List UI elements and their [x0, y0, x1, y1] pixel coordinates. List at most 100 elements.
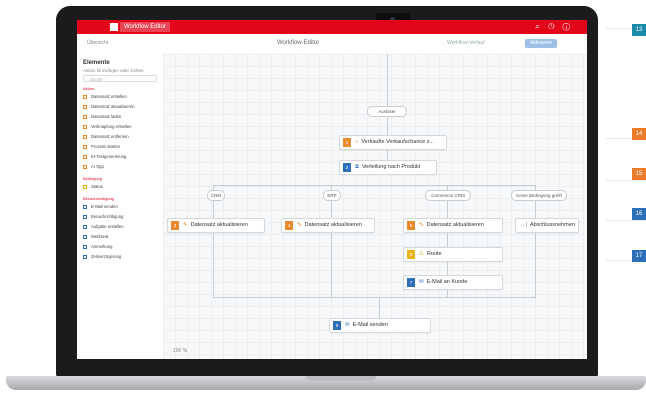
workflow-canvas[interactable]: Auslöser 1 ⑂ Verkaufte Verkaufschance z...…	[163, 54, 587, 359]
flow-node-6[interactable]: 6 ⚠ Route	[403, 247, 503, 262]
task-icon	[83, 224, 87, 229]
workflow-header: Übersicht Workflow-Editor Workflow-Verla…	[77, 34, 587, 55]
branch-pill[interactable]: Commerce CRM	[425, 190, 471, 201]
connector	[213, 185, 214, 297]
sidebar-item-label: Datensatz aktualisieren	[91, 104, 135, 109]
sidebar-item[interactable]: Prozess starten	[83, 144, 120, 150]
condition-icon	[83, 184, 87, 189]
sidebar-search-input[interactable]: Suche	[83, 75, 157, 82]
flow-node-end[interactable]: →| Abschlussnehmen	[515, 218, 579, 233]
node-number: 7	[407, 278, 415, 287]
action-icon	[83, 134, 87, 139]
branch-pill[interactable]: Keine Bedingung greift	[511, 190, 567, 201]
sidebar-item-label: Webhook	[91, 234, 109, 239]
connector	[387, 115, 388, 135]
split-icon: ⑂	[355, 139, 359, 145]
page-title[interactable]: Workflow-Editor	[277, 40, 319, 46]
pencil-icon: ✎	[297, 222, 302, 228]
sidebar-item[interactable]: KI-Textgenerierung	[83, 154, 126, 160]
breadcrumb[interactable]: Übersicht	[87, 40, 108, 46]
sidebar-item-label: Prozess starten	[91, 144, 121, 149]
connector	[213, 297, 536, 298]
activate-button[interactable]: Aktivieren	[525, 39, 557, 48]
sidebar-item-label: Anmerkung	[91, 244, 113, 249]
branch-pill[interactable]: ERP	[323, 190, 341, 201]
sidebar-title: Elemente	[83, 60, 110, 66]
sidebar-item[interactable]: Datensatz aktualisieren	[83, 104, 135, 110]
sidebar-item-label: E-Mail senden	[91, 204, 118, 209]
clock-icon	[83, 254, 87, 259]
sidebar-subtitle: Aktion hinzufügen oder ziehen	[83, 68, 144, 73]
laptop-base	[6, 376, 646, 390]
topbar-actions-icons[interactable]: ⌕ ◷ ⓘ	[535, 22, 573, 32]
node-label: Verteilung nach Produkt	[361, 164, 421, 170]
sidebar-item[interactable]: Datensatz erstellen	[83, 94, 127, 100]
node-number: 5	[407, 221, 415, 230]
side-badge: 14	[632, 128, 646, 140]
sidebar-item-label: Verknüpfung erstellen	[91, 124, 132, 129]
sidebar-item[interactable]: Datensatz entfernen	[83, 134, 129, 140]
action-icon	[83, 104, 87, 109]
base-notch	[306, 376, 376, 381]
app-switcher[interactable]: Workflow Editor	[120, 22, 170, 32]
action-icon	[83, 114, 87, 119]
action-icon	[83, 94, 87, 99]
mail-icon: ✉	[345, 322, 350, 328]
sidebar-item-label: Zeitverzögerung	[91, 254, 122, 259]
pencil-icon: ✎	[183, 222, 188, 228]
node-number: 6	[407, 250, 415, 259]
section-label: Benachrichtigung	[83, 196, 114, 201]
node-label: Abschlussnehmen	[529, 222, 575, 228]
node-number: 2	[343, 163, 351, 172]
node-label: Verkaufte Verkaufschance z...	[361, 139, 435, 145]
action-icon	[83, 124, 87, 129]
flow-node-5[interactable]: 5 ✎ Datensatz aktualisieren	[403, 218, 503, 233]
end-arrow-icon: →|	[520, 222, 527, 228]
divider	[606, 180, 646, 181]
flow-node-7[interactable]: 7 ✉ E-Mail an Kunde	[403, 275, 503, 290]
sidebar-item[interactable]: Verknüpfung erstellen	[83, 124, 132, 130]
pencil-icon: ✎	[419, 222, 424, 228]
node-label: Datensatz aktualisieren	[190, 222, 248, 228]
sidebar-item-label: Datensatz entfernen	[91, 134, 129, 139]
branch-icon: ⧉	[355, 164, 359, 170]
side-badge: 17	[632, 250, 646, 262]
flow-node-2[interactable]: 2 ⧉ Verteilung nach Produkt	[339, 160, 437, 175]
flow-node-8[interactable]: 8 ✉ E-Mail senden	[329, 318, 431, 333]
app-logo-icon[interactable]	[110, 23, 118, 31]
sidebar-item[interactable]: Zeitverzögerung	[83, 254, 121, 260]
section-label: Bedingung	[83, 176, 103, 181]
top-bar: Workflow Editor ⌕ ◷ ⓘ	[77, 20, 587, 34]
sidebar-item[interactable]: Datensatz laden	[83, 114, 121, 120]
side-badge: 16	[632, 208, 646, 220]
node-label: Datensatz aktualisieren	[426, 222, 484, 228]
webhook-icon	[83, 234, 87, 239]
divider	[606, 220, 646, 221]
mail-icon: ✉	[419, 279, 424, 285]
sidebar-item[interactable]: Webhook	[83, 234, 109, 240]
trigger-pill[interactable]: Auslöser	[367, 106, 407, 117]
sidebar-item[interactable]: Anmerkung	[83, 244, 112, 250]
sidebar-item[interactable]: Aufgabe erstellen	[83, 224, 124, 230]
flow-node-1[interactable]: 1 ⑂ Verkaufte Verkaufschance z...	[339, 135, 447, 150]
mail-icon	[83, 204, 87, 209]
sidebar-item[interactable]: Ai Tipp	[83, 164, 104, 170]
sidebar-item[interactable]: Status	[83, 184, 103, 190]
sidebar-item-label: Aufgabe erstellen	[91, 224, 124, 229]
elements-sidebar: Elemente Aktion hinzufügen oder ziehen S…	[77, 54, 164, 359]
flow-node-4[interactable]: 4 ✎ Datensatz aktualisieren	[281, 218, 375, 233]
sidebar-item[interactable]: E-Mail senden	[83, 204, 118, 210]
node-number: 8	[333, 321, 341, 330]
sidebar-item-label: Benachrichtigung	[91, 214, 124, 219]
node-number: 1	[343, 138, 351, 147]
side-badge: 13	[632, 24, 646, 36]
sidebar-item-label: Datensatz erstellen	[91, 94, 127, 99]
branch-pill[interactable]: CRM	[207, 190, 225, 201]
action-icon	[83, 144, 87, 149]
connector	[535, 185, 536, 297]
flow-node-3[interactable]: 3 ✎ Datensatz aktualisieren	[167, 218, 265, 233]
zoom-control[interactable]: 100 %	[173, 348, 187, 354]
connector	[331, 185, 332, 297]
sidebar-item[interactable]: Benachrichtigung	[83, 214, 123, 220]
history-link[interactable]: Workflow-Verlauf	[447, 40, 485, 46]
